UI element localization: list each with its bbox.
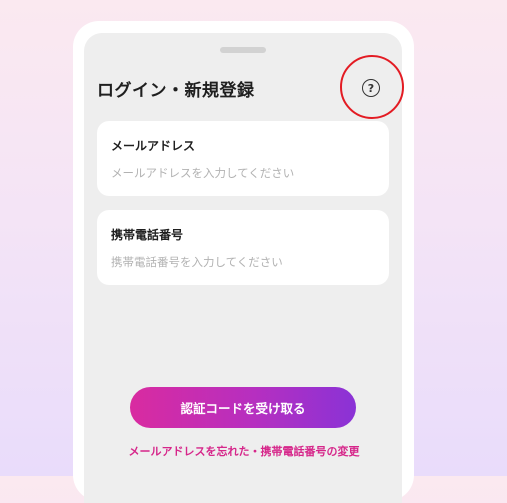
page-title: ログイン・新規登録 [97, 81, 255, 101]
forgot-email-change-phone-link[interactable]: メールアドレスを忘れた・携帯電話番号の変更 [118, 443, 370, 459]
receive-code-button[interactable]: 認証コードを受け取る [130, 387, 356, 428]
phone-input[interactable] [109, 252, 381, 272]
help-highlight-annotation [340, 55, 404, 119]
email-input[interactable] [109, 163, 381, 183]
sheet-grabber-handle[interactable] [220, 47, 266, 53]
email-field-card: メールアドレス [97, 121, 389, 196]
phone-label: 携帯電話番号 [111, 228, 184, 242]
email-label: メールアドレス [111, 139, 196, 153]
phone-field-card: 携帯電話番号 [97, 210, 389, 285]
